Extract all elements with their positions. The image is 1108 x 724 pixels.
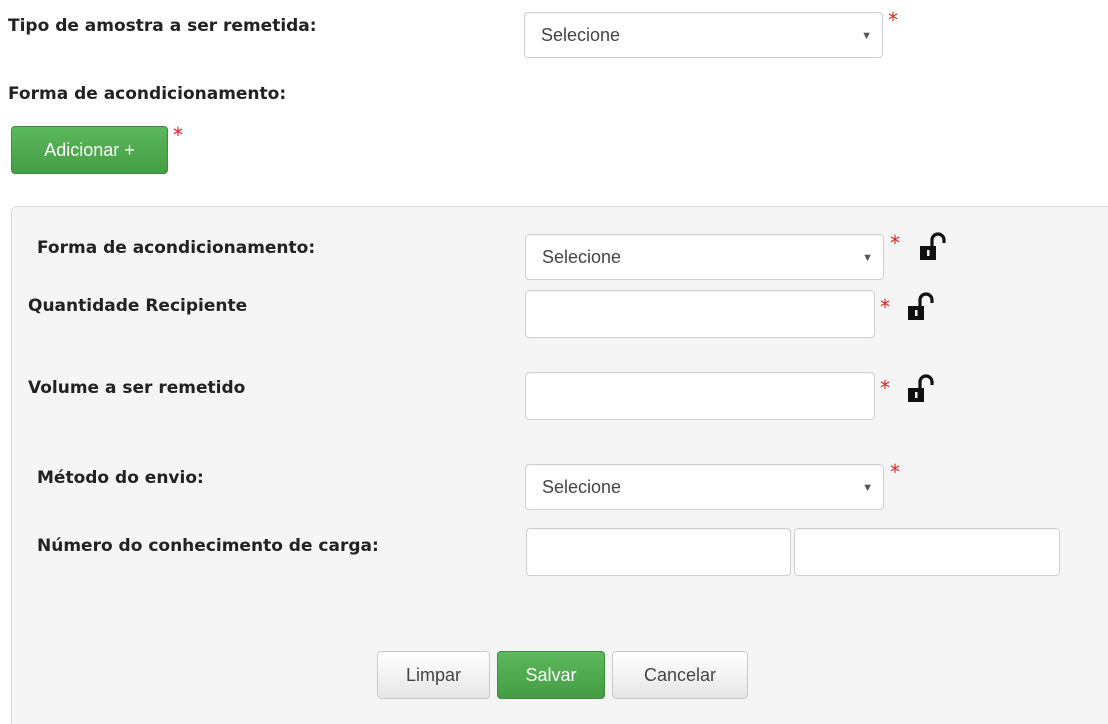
form-page: Tipo de amostra a ser remetida: Selecion… (0, 0, 1108, 724)
tipo-amostra-select-value: Selecione (541, 24, 621, 45)
metodo-envio-label: Método do envio: (37, 468, 204, 488)
metodo-envio-select-value: Selecione (542, 476, 622, 497)
unlock-icon[interactable] (918, 232, 948, 262)
volume-remetido-label: Volume a ser remetido (28, 378, 246, 398)
chevron-down-icon: ▼ (861, 30, 872, 43)
tipo-amostra-label: Tipo de amostra a ser remetida: (8, 16, 317, 36)
chevron-down-icon: ▼ (862, 252, 873, 265)
tipo-amostra-select[interactable]: Selecione ▼ (524, 12, 883, 58)
required-marker: * (173, 123, 183, 147)
required-marker: * (890, 460, 900, 484)
panel-forma-label: Forma de acondicionamento: (37, 238, 316, 258)
required-marker: * (888, 8, 898, 32)
volume-remetido-input[interactable] (525, 372, 875, 420)
adicionar-button[interactable]: Adicionar + (11, 126, 168, 174)
cancelar-button[interactable]: Cancelar (612, 651, 748, 699)
required-marker: * (880, 376, 890, 400)
salvar-button[interactable]: Salvar (497, 651, 605, 699)
limpar-button[interactable]: Limpar (377, 651, 490, 699)
forma-acondicionamento-label: Forma de acondicionamento: (8, 84, 287, 104)
unlock-icon[interactable] (906, 292, 936, 322)
unlock-icon[interactable] (906, 374, 936, 404)
chevron-down-icon: ▼ (862, 482, 873, 495)
numero-conhecimento-label: Número do conhecimento de carga: (37, 536, 379, 556)
numero-conhecimento-input-2[interactable] (794, 528, 1060, 576)
required-marker: * (880, 295, 890, 319)
quantidade-recipiente-input[interactable] (525, 290, 875, 338)
numero-conhecimento-input-1[interactable] (526, 528, 791, 576)
quantidade-recipiente-label: Quantidade Recipiente (28, 296, 248, 316)
metodo-envio-select[interactable]: Selecione ▼ (525, 464, 884, 510)
required-marker: * (890, 231, 900, 255)
panel-forma-select-value: Selecione (542, 246, 622, 267)
panel-forma-select[interactable]: Selecione ▼ (525, 234, 884, 280)
